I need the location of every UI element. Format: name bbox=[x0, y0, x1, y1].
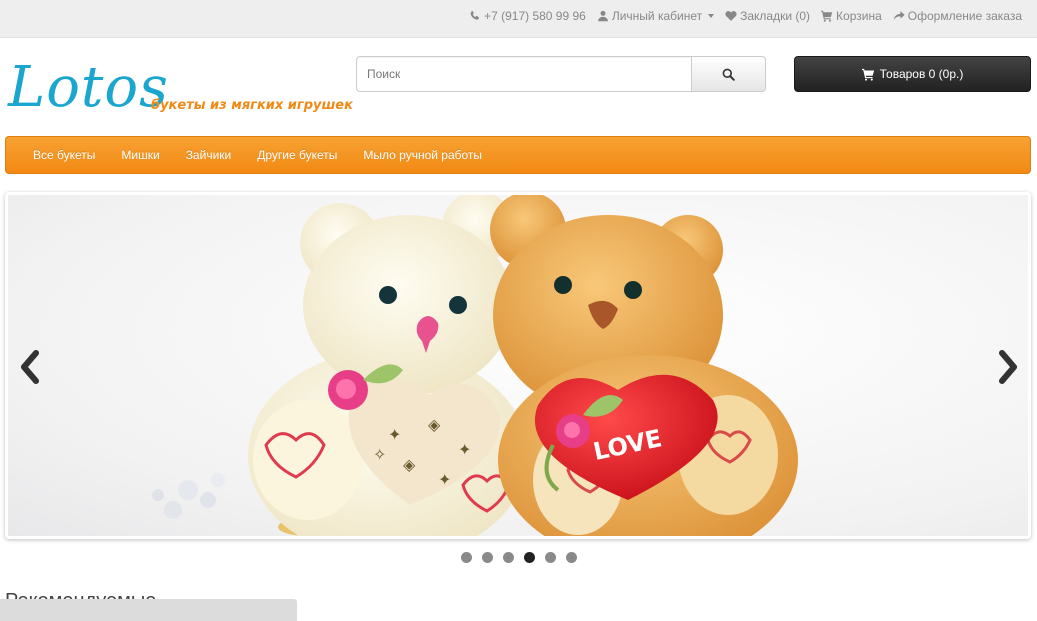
menu-item-other-bouquets[interactable]: Другие букеты bbox=[244, 148, 350, 162]
share-icon bbox=[893, 11, 905, 21]
user-icon bbox=[597, 10, 608, 22]
svg-text:✦: ✦ bbox=[458, 440, 471, 459]
checkout-link[interactable]: Оформление заказа bbox=[893, 9, 1022, 23]
cart-label: Корзина bbox=[836, 9, 882, 23]
slide-dot-5[interactable] bbox=[544, 552, 556, 563]
phone-number: +7 (917) 580 99 96 bbox=[484, 9, 586, 23]
svg-text:✧: ✧ bbox=[373, 445, 386, 464]
slide-dot-6[interactable] bbox=[565, 552, 577, 563]
slide-dot-4[interactable] bbox=[523, 552, 535, 563]
menu-item-bunnies[interactable]: Зайчики bbox=[173, 148, 245, 162]
menu-item-handmade-soap[interactable]: Мыло ручной работы bbox=[350, 148, 495, 162]
slide-image[interactable]: ✦ ◈ ✦ ◈ ✦ ✧ LOVE bbox=[8, 195, 1028, 536]
caret-down-icon bbox=[708, 14, 715, 18]
search-input[interactable] bbox=[356, 56, 691, 92]
account-dropdown[interactable]: Личный кабинет bbox=[597, 9, 715, 23]
slide-dot-2[interactable] bbox=[481, 552, 493, 563]
account-label: Личный кабинет bbox=[611, 9, 703, 23]
wishlist-link[interactable]: Закладки (0) bbox=[725, 9, 810, 23]
menu-item-bears[interactable]: Мишки bbox=[108, 148, 172, 162]
cart-icon bbox=[861, 68, 874, 81]
top-links: +7 (917) 580 99 96 Личный кабинет Заклад… bbox=[469, 9, 1022, 23]
top-bar: +7 (917) 580 99 96 Личный кабинет Заклад… bbox=[0, 0, 1037, 38]
svg-text:◈: ◈ bbox=[403, 455, 416, 474]
slideshow-next-button[interactable] bbox=[994, 347, 1024, 387]
search-icon bbox=[722, 68, 735, 81]
logo-text: Lotos bbox=[8, 55, 169, 120]
teddy-bears-illustration: ✦◈✦ ◈✦✧ LOVE bbox=[152, 195, 798, 536]
search-bar bbox=[356, 56, 766, 92]
svg-text:✦: ✦ bbox=[438, 470, 451, 489]
svg-text:✦: ✦ bbox=[388, 425, 401, 444]
phone-icon bbox=[470, 10, 480, 20]
slide-dot-1[interactable] bbox=[460, 552, 472, 563]
slideshow-prev-button[interactable] bbox=[14, 347, 44, 387]
wishlist-label: Закладки (0) bbox=[740, 9, 811, 23]
site-logo[interactable]: Lotos букеты из мягких игрушек bbox=[8, 48, 353, 130]
chevron-right-icon bbox=[999, 350, 1017, 384]
main-menu: Все букеты Мишки Зайчики Другие букеты М… bbox=[5, 136, 1031, 174]
bottom-status-overlay bbox=[0, 599, 297, 621]
svg-text:◈: ◈ bbox=[428, 415, 441, 434]
chevron-left-icon bbox=[21, 350, 39, 384]
slideshow: ✦ ◈ ✦ ◈ ✦ ✧ LOVE bbox=[5, 192, 1031, 539]
cart-button[interactable]: Товаров 0 (0р.) bbox=[794, 56, 1031, 92]
cart-total: Товаров 0 (0р.) bbox=[879, 67, 964, 81]
menu-item-all-bouquets[interactable]: Все букеты bbox=[20, 148, 108, 162]
heart-icon bbox=[725, 11, 737, 21]
cart-link[interactable]: Корзина bbox=[821, 9, 882, 23]
phone-link[interactable]: +7 (917) 580 99 96 bbox=[469, 9, 586, 23]
search-button[interactable] bbox=[691, 56, 766, 92]
slide-dot-3[interactable] bbox=[502, 552, 514, 563]
logo-tagline: букеты из мягких игрушек bbox=[151, 98, 353, 113]
slideshow-pagination bbox=[0, 552, 1037, 563]
checkout-label: Оформление заказа bbox=[907, 9, 1022, 23]
cart-icon bbox=[821, 10, 833, 22]
